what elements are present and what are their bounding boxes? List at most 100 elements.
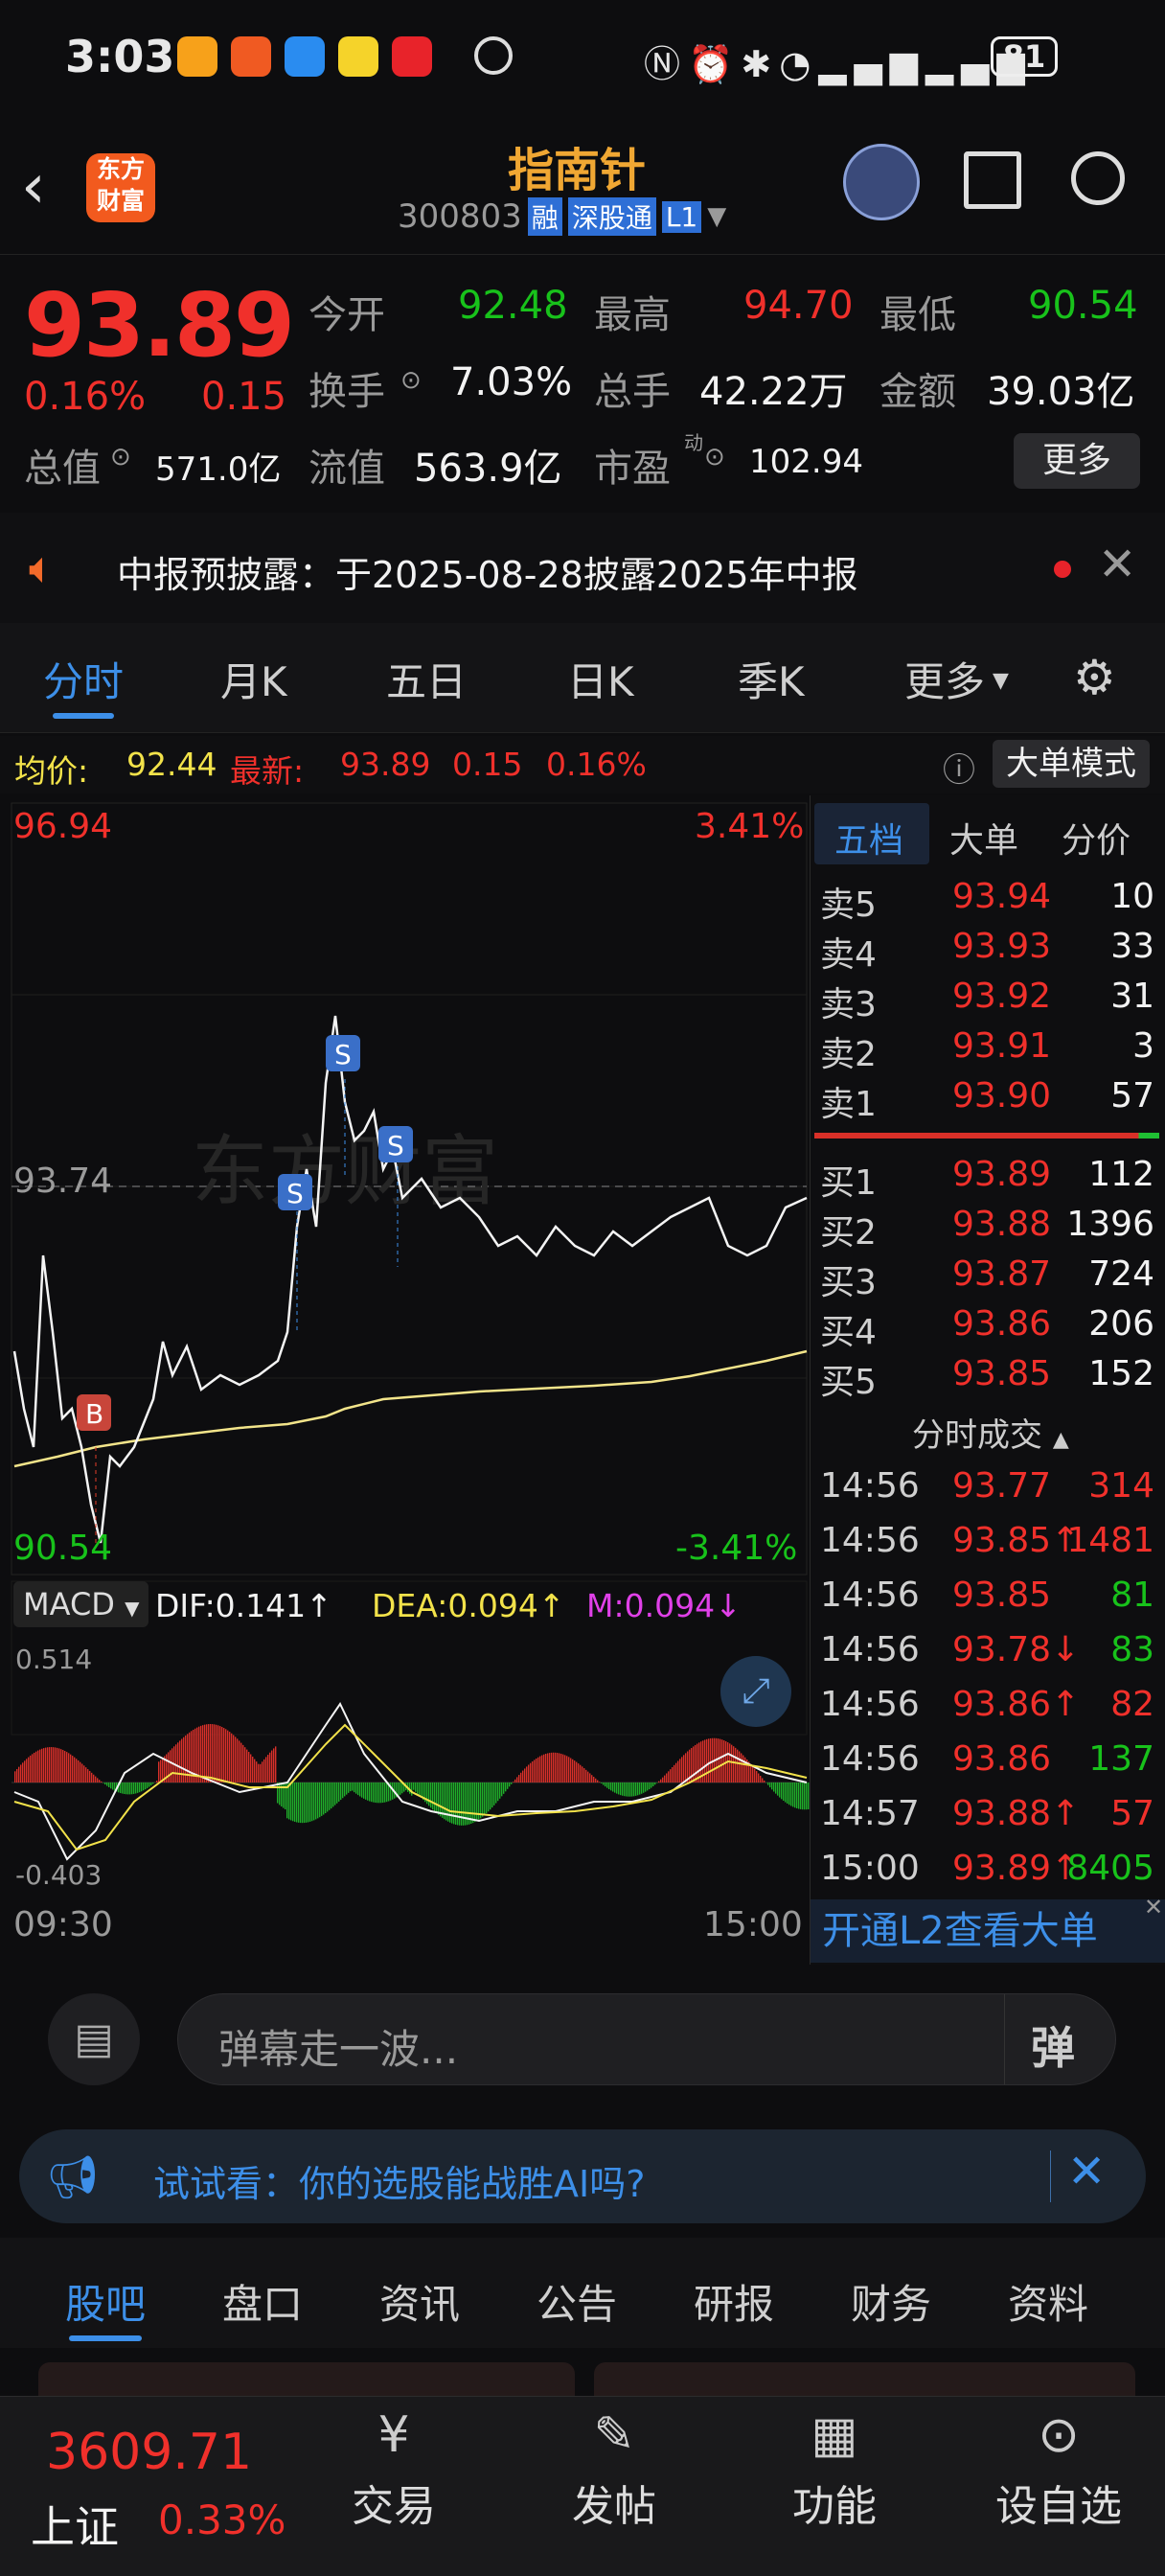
macd-bar bbox=[290, 1782, 292, 1821]
close-icon[interactable]: ✕ bbox=[1098, 538, 1136, 591]
index-pct[interactable]: 0.33% bbox=[158, 2496, 286, 2543]
macd-bar bbox=[729, 1743, 731, 1782]
share-icon[interactable] bbox=[964, 151, 1021, 209]
danmu-input[interactable]: 弹幕走一波... 弹 bbox=[177, 1993, 1116, 2085]
tab-five-day[interactable]: 五日 bbox=[386, 650, 467, 708]
close-icon[interactable]: ✕ bbox=[1144, 1894, 1163, 1920]
macd-bar bbox=[141, 1782, 143, 1792]
macd-bar bbox=[530, 1762, 532, 1782]
info-icon[interactable]: ⊙ bbox=[400, 366, 422, 395]
tab-more[interactable]: 更多 bbox=[904, 650, 985, 708]
tick-row[interactable]: 14:56 93.77 314 bbox=[811, 1466, 1165, 1516]
tab-monthly-k[interactable]: 月K bbox=[220, 650, 287, 708]
help-icon[interactable]: ⓘ bbox=[943, 744, 975, 791]
tab-quarter-k[interactable]: 季K bbox=[738, 650, 805, 708]
tab-intraday[interactable]: 分时 bbox=[43, 650, 124, 708]
tab-announcements[interactable]: 公告 bbox=[537, 2272, 617, 2331]
intraday-chart[interactable]: 东方财富 B S S S 96.94 3.41% 93.74 90.54 -3.… bbox=[0, 795, 810, 1965]
macd-bar bbox=[327, 1782, 329, 1812]
tab-big-orders[interactable]: 大单 bbox=[949, 813, 1018, 862]
ask-row[interactable]: 卖1 93.90 57 bbox=[811, 1076, 1165, 1126]
gear-icon[interactable]: ⚙ bbox=[1073, 650, 1116, 705]
macd-bar bbox=[434, 1782, 436, 1812]
back-icon[interactable]: ‹ bbox=[21, 151, 46, 222]
macd-bar bbox=[300, 1782, 302, 1824]
more-button[interactable]: 更多 bbox=[1014, 433, 1140, 489]
notice-bar[interactable]: 🔈︎ 中报预披露：于2025-08-28披露2025年中报 ✕ bbox=[0, 513, 1165, 623]
sell-marker-label: S bbox=[334, 1039, 352, 1070]
tick-row[interactable]: 15:00 93.89↑ 8405 bbox=[811, 1849, 1165, 1898]
bid-row[interactable]: 买1 93.89 112 bbox=[811, 1155, 1165, 1205]
trade-button[interactable]: ¥ 交易 bbox=[331, 2406, 456, 2533]
tab-guba[interactable]: 股吧 bbox=[65, 2272, 146, 2331]
tick-row[interactable]: 14:56 93.85 81 bbox=[811, 1576, 1165, 1625]
macd-bar bbox=[737, 1749, 739, 1782]
index-value[interactable]: 3609.71 bbox=[46, 2424, 252, 2481]
tab-five-levels[interactable]: 五档 bbox=[834, 813, 903, 862]
macd-bar bbox=[177, 1742, 179, 1782]
macd-bar bbox=[574, 1760, 576, 1782]
level-volume: 724 bbox=[1088, 1254, 1154, 1294]
macd-bar bbox=[352, 1782, 354, 1791]
macd-bar bbox=[260, 1763, 262, 1782]
system-icons: Ⓝ⏰✱◔▂▄▆▂▄▆ bbox=[644, 34, 1033, 87]
post-button[interactable]: ✎ 发帖 bbox=[552, 2406, 676, 2533]
bid-row[interactable]: 买4 93.86 206 bbox=[811, 1304, 1165, 1354]
ask-row[interactable]: 卖2 93.91 3 bbox=[811, 1026, 1165, 1076]
ask-row[interactable]: 卖3 93.92 31 bbox=[811, 977, 1165, 1026]
ask-row[interactable]: 卖4 93.93 33 bbox=[811, 927, 1165, 977]
comment-list-icon[interactable]: ▤ bbox=[48, 1993, 140, 2085]
macd-bar bbox=[384, 1782, 386, 1803]
axis-low: 90.54 bbox=[13, 1529, 113, 1568]
tab-daily-k[interactable]: 日K bbox=[567, 650, 634, 708]
index-name[interactable]: 上证 bbox=[31, 2493, 119, 2556]
tab-price-dist[interactable]: 分价 bbox=[1062, 813, 1131, 862]
macd-bar bbox=[114, 1782, 116, 1791]
close-icon[interactable]: ✕ bbox=[1067, 2145, 1106, 2198]
big-order-mode-button[interactable]: 大单模式 bbox=[993, 740, 1150, 788]
search-icon[interactable] bbox=[1071, 151, 1125, 205]
divider bbox=[1050, 2150, 1051, 2202]
macd-bar bbox=[304, 1782, 306, 1824]
level-volume: 1481 bbox=[1066, 1521, 1154, 1560]
logo[interactable]: 东方 财富 bbox=[86, 153, 155, 222]
add-watchlist-button[interactable]: ⊙ 设自选 bbox=[977, 2406, 1140, 2533]
ai-promo-banner[interactable]: 📢︎ 试试看：你的选股能战胜AI吗? ✕ bbox=[19, 2129, 1146, 2223]
ticks-title[interactable]: 分时成交 ▲ bbox=[912, 1409, 1069, 1456]
macd-bar bbox=[336, 1782, 338, 1804]
indicator-select[interactable]: MACD ▼ bbox=[13, 1581, 149, 1627]
macd-bar bbox=[210, 1723, 212, 1782]
macd-bar bbox=[415, 1782, 417, 1792]
bid-row[interactable]: 买2 93.88 1396 bbox=[811, 1205, 1165, 1254]
ai-robot-icon[interactable] bbox=[843, 144, 920, 220]
tick-row[interactable]: 14:56 93.85↑ 1481 bbox=[811, 1521, 1165, 1571]
tick-row[interactable]: 14:57 93.88↑ 57 bbox=[811, 1794, 1165, 1844]
tick-row[interactable]: 14:56 93.86 137 bbox=[811, 1739, 1165, 1789]
macd-bar bbox=[262, 1761, 263, 1782]
stock-code-row[interactable]: 300803 融 深股通 L1 ▼ bbox=[398, 197, 726, 236]
tick-row[interactable]: 14:56 93.78↓ 83 bbox=[811, 1630, 1165, 1680]
tick-row[interactable]: 14:56 93.86↑ 82 bbox=[811, 1685, 1165, 1735]
info-icon[interactable]: ⊙ bbox=[704, 443, 725, 472]
tab-profile[interactable]: 资料 bbox=[1008, 2272, 1088, 2331]
ask-row[interactable]: 卖5 93.94 10 bbox=[811, 877, 1165, 927]
macd-bar bbox=[781, 1782, 783, 1800]
tab-news[interactable]: 资讯 bbox=[379, 2272, 460, 2331]
bid-row[interactable]: 买3 93.87 724 bbox=[811, 1254, 1165, 1304]
macd-bar bbox=[348, 1782, 350, 1793]
macd-bar bbox=[495, 1782, 497, 1804]
l2-upgrade-link[interactable]: 开通L2查看大单 bbox=[811, 1899, 1165, 1963]
tab-pankou[interactable]: 盘口 bbox=[222, 2272, 303, 2331]
functions-button[interactable]: ▦ 功能 bbox=[772, 2406, 897, 2533]
macd-bar bbox=[453, 1782, 455, 1825]
tab-research[interactable]: 研报 bbox=[694, 2272, 774, 2331]
tab-finance[interactable]: 财务 bbox=[851, 2272, 931, 2331]
macd-bar bbox=[526, 1766, 528, 1782]
danmu-toggle-icon[interactable]: 弹 bbox=[1031, 2013, 1075, 2077]
expand-icon[interactable]: ⤢ bbox=[720, 1656, 791, 1727]
bid-row[interactable]: 买5 93.85 152 bbox=[811, 1354, 1165, 1404]
macd-bar bbox=[332, 1782, 334, 1807]
macd-bar bbox=[235, 1736, 237, 1782]
divider bbox=[1004, 1994, 1005, 2084]
info-icon[interactable]: ⊙ bbox=[110, 443, 131, 472]
